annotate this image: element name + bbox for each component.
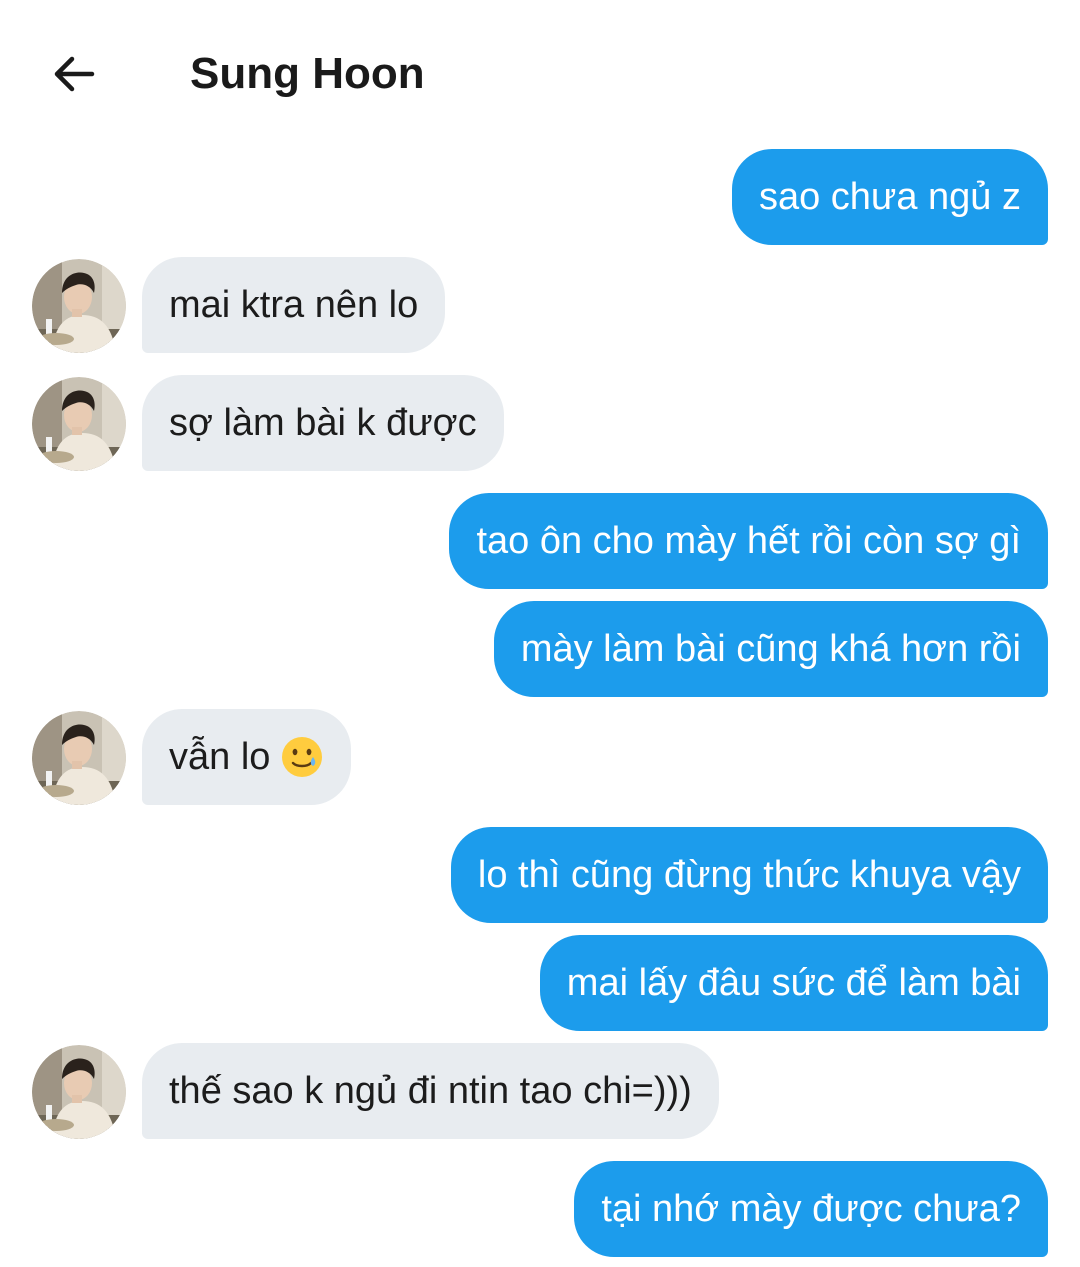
- message-bubble-sent[interactable]: tại nhớ mày được chưa?: [574, 1161, 1048, 1257]
- contact-name[interactable]: Sung Hoon: [190, 46, 425, 102]
- back-button[interactable]: [44, 44, 104, 104]
- message-text: tại nhớ mày được chưa?: [601, 1188, 1021, 1230]
- message-text: vẫn lo: [169, 736, 271, 778]
- message-text: mai lấy đâu sức để làm bài: [566, 962, 1021, 1004]
- message-text: lo thì cũng đừng thức khuya vậy: [477, 854, 1021, 896]
- smiling-face-with-tear-icon: [282, 737, 323, 777]
- message-text: mày làm bài cũng khá hơn rồi: [520, 628, 1021, 670]
- avatar[interactable]: [32, 377, 126, 471]
- message-bubble-received[interactable]: vẫn lo: [142, 709, 352, 805]
- message-text: mai ktra nên lo: [169, 284, 419, 326]
- message-text: tao ôn cho mày hết rồi còn sợ gì: [476, 520, 1021, 562]
- message-bubble-received[interactable]: mai ktra nên lo: [142, 257, 446, 353]
- message-text: sao chưa ngủ z: [758, 176, 1021, 218]
- message-bubble-received[interactable]: thế sao k ngủ đi ntin tao chi=))): [142, 1043, 719, 1139]
- message-text: thế sao k ngủ đi ntin tao chi=))): [169, 1070, 692, 1112]
- message-bubble-sent[interactable]: mày làm bài cũng khá hơn rồi: [493, 601, 1048, 697]
- arrow-left-icon: [54, 56, 95, 92]
- message-bubble-sent[interactable]: tao ôn cho mày hết rồi còn sợ gì: [449, 493, 1048, 589]
- message-bubble-sent[interactable]: lo thì cũng đừng thức khuya vậy: [450, 827, 1048, 923]
- avatar[interactable]: [32, 1045, 126, 1139]
- chat-header: Sung Hoon: [0, 0, 1080, 145]
- message-bubble-sent[interactable]: mai lấy đâu sức để làm bài: [539, 935, 1048, 1031]
- avatar[interactable]: [32, 259, 126, 353]
- message-bubble-sent[interactable]: sao chưa ngủ z: [731, 149, 1048, 245]
- message-text: sợ làm bài k được: [169, 402, 477, 444]
- message-bubble-received[interactable]: sợ làm bài k được: [142, 375, 504, 471]
- avatar[interactable]: [32, 711, 126, 805]
